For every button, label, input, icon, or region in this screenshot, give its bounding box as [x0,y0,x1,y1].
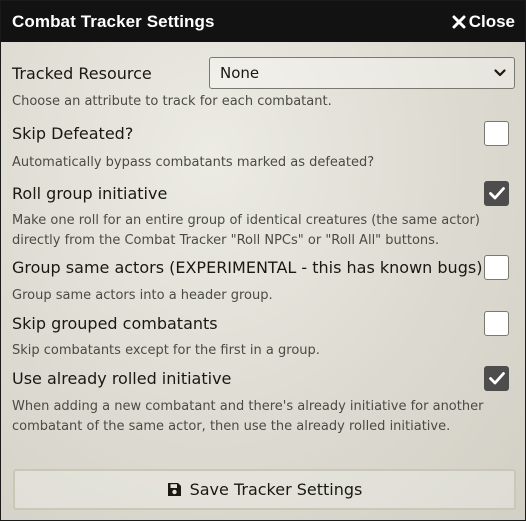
tracked-resource-row: Tracked Resource None [12,57,515,89]
close-label: Close [468,11,515,31]
checkmark-icon [488,372,505,385]
window-title: Combat Tracker Settings [12,11,215,31]
tracked-resource-label: Tracked Resource [12,63,152,83]
skip-defeated-hint: Automatically bypass combatants marked a… [12,155,375,170]
skip-grouped-checkbox[interactable] [484,311,509,336]
use-rolled-initiative-hint-line2: combatant of the same actor, then use th… [12,419,451,434]
checkmark-icon [488,187,505,200]
use-rolled-initiative-hint: When adding a new combatant and there's … [12,397,515,437]
window-titlebar[interactable]: Combat Tracker Settings Close [1,1,525,42]
skip-grouped-label: Skip grouped combatants [12,314,218,333]
use-rolled-initiative-checkbox[interactable] [484,366,509,391]
use-rolled-initiative-label: Use already rolled initiative [12,369,232,388]
skip-defeated-label: Skip Defeated? [12,124,134,143]
tracked-resource-value: None [220,64,260,82]
settings-window: Combat Tracker Settings Close Tracked Re… [0,0,526,521]
close-button[interactable]: Close [452,12,515,32]
group-same-actors-label: Group same actors (EXPERIMENTAL - this h… [12,258,483,277]
settings-form: Tracked Resource None Choose an attribut… [1,57,525,437]
skip-grouped-hint: Skip combatants except for the first in … [12,343,320,358]
save-settings-button[interactable]: Save Tracker Settings [13,469,516,510]
use-rolled-initiative-hint-line1: When adding a new combatant and there's … [12,399,484,414]
floppy-disk-icon [167,483,181,496]
roll-group-initiative-checkbox[interactable] [484,181,509,206]
skip-defeated-checkbox[interactable] [484,121,509,146]
use-rolled-initiative-row: Use already rolled initiative [12,366,515,391]
close-icon [452,15,466,28]
roll-group-initiative-hint: Make one roll for an entire group of ide… [12,211,515,251]
group-same-actors-checkbox[interactable] [484,255,509,280]
group-same-actors-hint: Group same actors into a header group. [12,288,273,303]
roll-group-initiative-label: Roll group initiative [12,184,168,203]
skip-grouped-row: Skip grouped combatants [12,311,515,336]
roll-group-initiative-hint-line2: directly from the Combat Tracker "Roll N… [12,233,440,248]
roll-group-initiative-row: Roll group initiative [12,181,515,206]
group-same-actors-row: Group same actors (EXPERIMENTAL - this h… [12,255,515,280]
tracked-resource-select[interactable]: None [209,57,515,89]
save-settings-label: Save Tracker Settings [189,480,363,499]
tracked-resource-hint: Choose an attribute to track for each co… [12,94,332,109]
skip-defeated-row: Skip Defeated? [12,121,515,146]
roll-group-initiative-hint-line1: Make one roll for an entire group of ide… [12,213,480,228]
chevron-down-icon [494,69,506,77]
